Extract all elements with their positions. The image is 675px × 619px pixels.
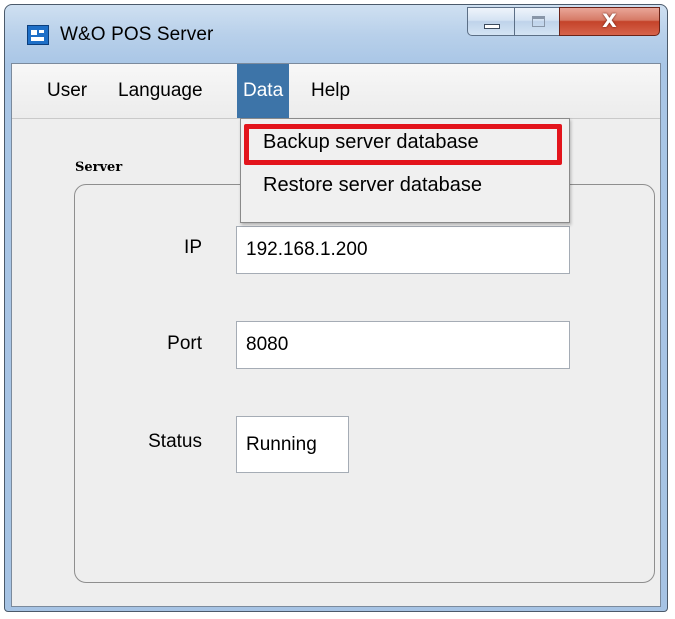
window-controls: X [467, 7, 663, 36]
data-menu-dropdown: Backup server database Restore server da… [240, 118, 570, 223]
menu-item-restore-server-database[interactable]: Restore server database [263, 174, 482, 197]
server-group-label: Server [75, 160, 123, 175]
menu-bar: User Language Data Help [12, 64, 660, 119]
menu-item-backup-server-database[interactable]: Backup server database [263, 131, 479, 154]
menu-user[interactable]: User [40, 64, 94, 118]
app-icon[interactable] [27, 25, 49, 45]
app-window: W&O POS Server X User Language Data Help… [4, 4, 668, 612]
client-area: User Language Data Help Server IP 192.16… [11, 63, 661, 607]
title-bar[interactable]: W&O POS Server X [5, 5, 667, 63]
ip-field[interactable]: 192.168.1.200 [236, 226, 570, 274]
minimize-button[interactable] [467, 7, 515, 36]
close-icon: X [602, 10, 617, 32]
menu-data[interactable]: Data [237, 64, 290, 118]
menu-help[interactable]: Help [304, 64, 357, 118]
maximize-icon [532, 16, 545, 27]
minimize-icon [484, 24, 500, 29]
window-title: W&O POS Server [60, 24, 214, 45]
close-button[interactable]: X [559, 7, 660, 36]
status-field: Running [236, 416, 349, 473]
menu-language[interactable]: Language [111, 64, 210, 118]
port-field[interactable]: 8080 [236, 321, 570, 369]
maximize-button[interactable] [514, 7, 560, 36]
port-label: Port [167, 333, 202, 354]
status-label: Status [148, 431, 202, 452]
ip-label: IP [184, 237, 202, 258]
